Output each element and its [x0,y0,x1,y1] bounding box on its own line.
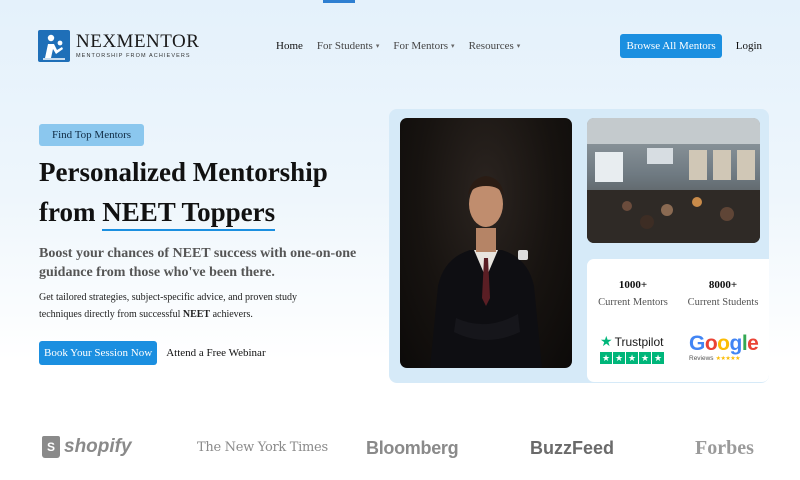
chevron-down-icon: ▾ [451,42,455,50]
brand-tagline: MENTORSHIP FROM ACHIEVERS [76,53,191,60]
shopify-logo: S shopify [42,436,132,458]
chevron-down-icon: ▾ [516,42,521,50]
browse-mentors-button[interactable]: Browse All Mentors [620,34,722,58]
stat-value: 8000+ [708,279,738,291]
brand-name: NEXMENTOR [76,31,200,53]
shopping-bag-icon: S [42,436,60,458]
desc-text-end: achievers. [210,308,253,320]
hero-cta-row: Book Your Session Now Attend a Free Webi… [39,341,266,365]
press-logo-strip: S shopify The New York Times Bloomberg B… [0,434,800,470]
nav-label: For Students [316,40,373,52]
google-reviews-label: Reviews [689,355,714,362]
headline-highlight: NEET Toppers [102,197,276,231]
google-logo: Google [689,332,759,355]
trustpilot-star-icon: ★ [600,333,613,349]
headline-prefix: from [39,197,103,227]
nav-label: For Mentors [393,40,449,52]
trustpilot-badge[interactable]: ★ Trustpilot ★ ★ ★ ★ ★ [600,333,664,364]
classroom-seminar-image [587,118,760,243]
free-webinar-link[interactable]: Attend a Free Webinar [166,347,265,359]
trustpilot-stars-icon: ★ ★ ★ ★ ★ [600,352,664,364]
forbes-logo: Forbes [695,437,754,459]
main-nav: Home For Students ▾ For Mentors ▾ Resource… [276,40,520,52]
brand-logo[interactable]: NEXMENTOR MENTORSHIP FROM ACHIEVERS [38,30,199,62]
nav-label: Home [276,40,303,52]
top-accent-bar [323,0,355,3]
desc-bold: NEET [182,308,211,320]
google-stars-icon: ★★★★★ [715,356,741,362]
hero-subheading: Boost your chances of NEET success with … [39,246,357,280]
stat-label: Current Students [687,297,759,308]
site-header: NEXMENTOR MENTORSHIP FROM ACHIEVERS Home… [38,28,762,64]
headline-line-1: Personalized Mentorship [39,157,328,187]
find-mentors-badge: Find Top Mentors [39,124,145,146]
nav-item-for-students[interactable]: For Students ▾ [317,40,379,52]
hero-headline: Personalized Mentorship from NEET Topper… [39,152,379,232]
nav-item-resources[interactable]: Resources ▾ [469,40,521,52]
bloomberg-logo: Bloomberg [366,438,459,458]
desc-text: Get tailored strategies, subject-specifi… [39,292,297,320]
nav-label: Resources [468,40,514,52]
stat-value: 1000+ [618,279,648,291]
stat-mentors: 1000+ Current Mentors [587,279,679,308]
hero-description: Get tailored strategies, subject-specifi… [39,290,339,323]
nyt-logo: The New York Times [197,440,328,455]
mentor-portrait-image [400,118,572,368]
book-session-button[interactable]: Book Your Session Now [39,341,158,365]
stat-students: 8000+ Current Students [677,279,769,308]
nav-item-home[interactable]: Home [276,40,303,52]
stat-label: Current Mentors [598,297,668,308]
mentor-logo-icon [38,30,70,62]
buzzfeed-logo: BuzzFeed [530,438,615,458]
google-reviews-badge[interactable]: Google Reviews ★★★★★ [689,332,759,363]
chevron-down-icon: ▾ [375,42,380,50]
login-link[interactable]: Login [736,40,762,52]
trustpilot-label: Trustpilot [614,334,664,349]
nav-item-for-mentors[interactable]: For Mentors ▾ [393,40,454,52]
